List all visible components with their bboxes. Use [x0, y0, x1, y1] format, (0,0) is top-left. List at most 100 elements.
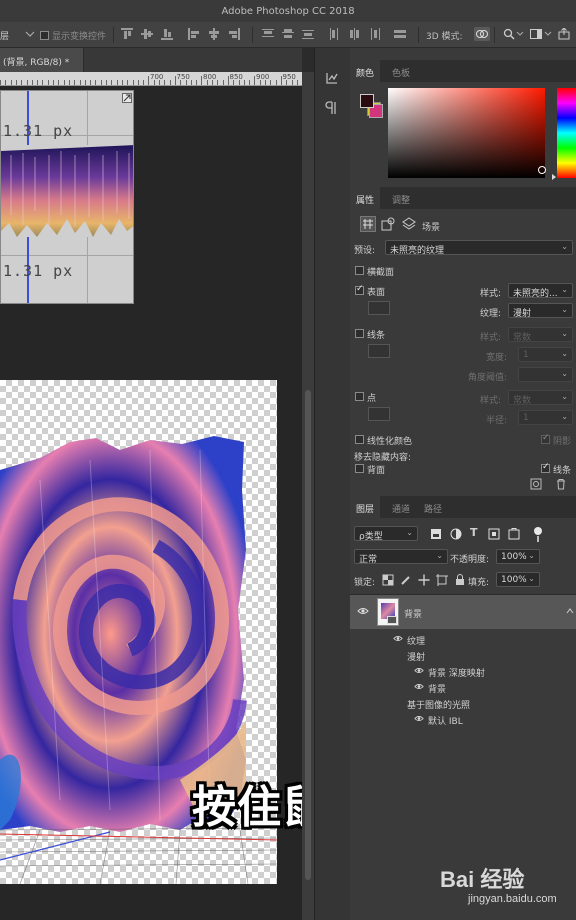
surface-style-dropdown[interactable]: 未照亮的... ⌄ [508, 283, 573, 298]
align-right-icon[interactable] [228, 28, 240, 40]
layer-row-background-texture[interactable]: 背景 [350, 679, 576, 695]
color-field[interactable] [388, 88, 546, 178]
document-tab[interactable]: (背景, RGB/8) * [0, 48, 84, 72]
mesh-mode-button[interactable] [360, 216, 376, 232]
distribute-left-icon[interactable] [329, 28, 341, 40]
lines-checkbox[interactable] [355, 329, 364, 338]
canvas-scrollbar[interactable] [302, 72, 314, 920]
blend-mode-dropdown[interactable]: 正常 ⌄ [354, 549, 448, 564]
tab-layers[interactable]: 图层 [350, 496, 381, 518]
eye-icon[interactable] [414, 667, 424, 674]
lock-artboard-icon[interactable] [436, 574, 448, 586]
distribute-vcenter-icon[interactable] [282, 28, 294, 40]
eye-icon[interactable] [414, 683, 424, 690]
layer-row-background[interactable]: 背景 [350, 595, 576, 629]
chevron-up-icon[interactable] [566, 607, 574, 615]
lock-position-icon[interactable] [418, 574, 430, 586]
cross-section-checkbox[interactable] [355, 266, 364, 275]
filter-toggle[interactable] [534, 527, 542, 535]
layer-row-default-ibl[interactable]: 默认 IBL [350, 711, 576, 727]
workspace-icon[interactable] [530, 28, 542, 40]
align-top-icon[interactable] [121, 28, 133, 40]
share-icon[interactable] [558, 28, 570, 40]
back-face-checkbox[interactable] [355, 464, 364, 473]
linearize-colors-checkbox[interactable] [355, 435, 364, 444]
distribute-bottom-icon[interactable] [302, 28, 314, 40]
collapse-icon[interactable] [122, 93, 132, 103]
preset-dropdown[interactable]: 未照亮的纹理 ⌄ [385, 240, 573, 255]
layer-kind-filter[interactable]: ρ类型 ⌄ [354, 526, 418, 541]
layer-row-texture[interactable]: 纹理 [350, 631, 576, 647]
lines-width-field[interactable]: 1 ⌄ [518, 347, 573, 362]
points-color-swatch[interactable] [368, 407, 390, 421]
opacity-field[interactable]: 100% ⌄ [496, 549, 540, 564]
paragraph-icon[interactable] [324, 100, 340, 116]
scene-icon[interactable] [402, 217, 416, 231]
lock-icon[interactable] [454, 574, 466, 586]
render-icon[interactable] [530, 478, 542, 490]
foreground-color-swatch[interactable] [360, 94, 374, 108]
3d-orbit-icon[interactable] [474, 27, 490, 41]
history-icon[interactable] [324, 70, 340, 86]
align-horizontal-center-icon[interactable] [208, 28, 220, 40]
layer-select-dropdown[interactable]: 层 [0, 29, 9, 42]
scroll-thumb[interactable] [305, 390, 311, 880]
lock-transparent-icon[interactable] [382, 574, 394, 586]
tab-swatches[interactable]: 色板 [386, 60, 416, 82]
lines-color-swatch[interactable] [368, 344, 390, 358]
tab-adjustments[interactable]: 调整 [386, 187, 416, 209]
auto-align-icon[interactable] [394, 28, 406, 40]
smart-object-filter-icon[interactable] [508, 528, 520, 540]
pixel-filter-icon[interactable] [430, 528, 442, 540]
align-bottom-icon[interactable] [161, 28, 173, 40]
adjustment-filter-icon[interactable] [450, 528, 462, 540]
tab-paths[interactable]: 路径 [418, 496, 448, 518]
3d-preview-window[interactable]: 1.31 px 1.31 px [0, 90, 134, 304]
hue-slider-handle[interactable] [552, 174, 556, 180]
lines-hidden-checkbox[interactable] [541, 462, 550, 473]
type-filter-icon[interactable]: T [470, 526, 478, 539]
surface-checkbox[interactable] [355, 284, 364, 295]
horizontal-ruler[interactable]: 70075080085090095010001050110011501200 [0, 72, 302, 86]
chevron-down-icon [516, 31, 524, 36]
surface-texture-dropdown[interactable]: 漫射 ⌄ [508, 303, 573, 318]
fill-label: 填充: [468, 578, 490, 588]
layer-row-diffuse[interactable]: 漫射 [350, 647, 576, 663]
distribute-right-icon[interactable] [369, 28, 381, 40]
points-radius-field[interactable]: 1 ⌄ [518, 410, 573, 425]
lines-angle-field[interactable]: ⌄ [518, 367, 573, 382]
layer-kind-value: ρ类型 [359, 532, 383, 541]
points-label: 点 [367, 394, 377, 404]
search-icon[interactable] [503, 28, 515, 40]
lines-style-dropdown[interactable]: 常数 ⌄ [508, 327, 573, 342]
shape-filter-icon[interactable] [488, 528, 500, 540]
trash-icon[interactable] [555, 478, 567, 490]
lines-width-label: 宽度: [486, 353, 508, 363]
materials-icon[interactable] [381, 217, 395, 231]
align-vertical-center-icon[interactable] [141, 28, 153, 40]
tab-properties[interactable]: 属性 [350, 187, 381, 209]
lines-style-label: 样式: [480, 333, 502, 343]
tab-channels[interactable]: 通道 [386, 496, 416, 518]
lock-pixels-icon[interactable] [400, 574, 412, 586]
eye-icon[interactable] [357, 607, 369, 615]
shadow-checkbox[interactable] [541, 433, 550, 444]
tab-color[interactable]: 颜色 [350, 60, 381, 82]
show-transform-checkbox[interactable] [40, 31, 49, 40]
layer-row-ibl[interactable]: 基于图像的光照 [350, 695, 576, 711]
points-style-dropdown[interactable]: 常数 ⌄ [508, 390, 573, 405]
surface-label: 表面 [367, 288, 386, 298]
divider [252, 27, 253, 43]
fill-field[interactable]: 100% ⌄ [496, 572, 540, 587]
hue-slider[interactable] [557, 88, 576, 178]
points-checkbox[interactable] [355, 392, 364, 401]
surface-color-swatch[interactable] [368, 301, 390, 315]
color-picker-cursor[interactable] [538, 166, 546, 174]
lines-style-value: 常数 [513, 333, 532, 342]
distribute-hcenter-icon[interactable] [349, 28, 361, 40]
eye-icon[interactable] [393, 635, 403, 642]
eye-icon[interactable] [414, 715, 424, 722]
layer-row-depth-map[interactable]: 背景 深度映射 [350, 663, 576, 679]
distribute-top-icon[interactable] [262, 28, 274, 40]
align-left-icon[interactable] [188, 28, 200, 40]
